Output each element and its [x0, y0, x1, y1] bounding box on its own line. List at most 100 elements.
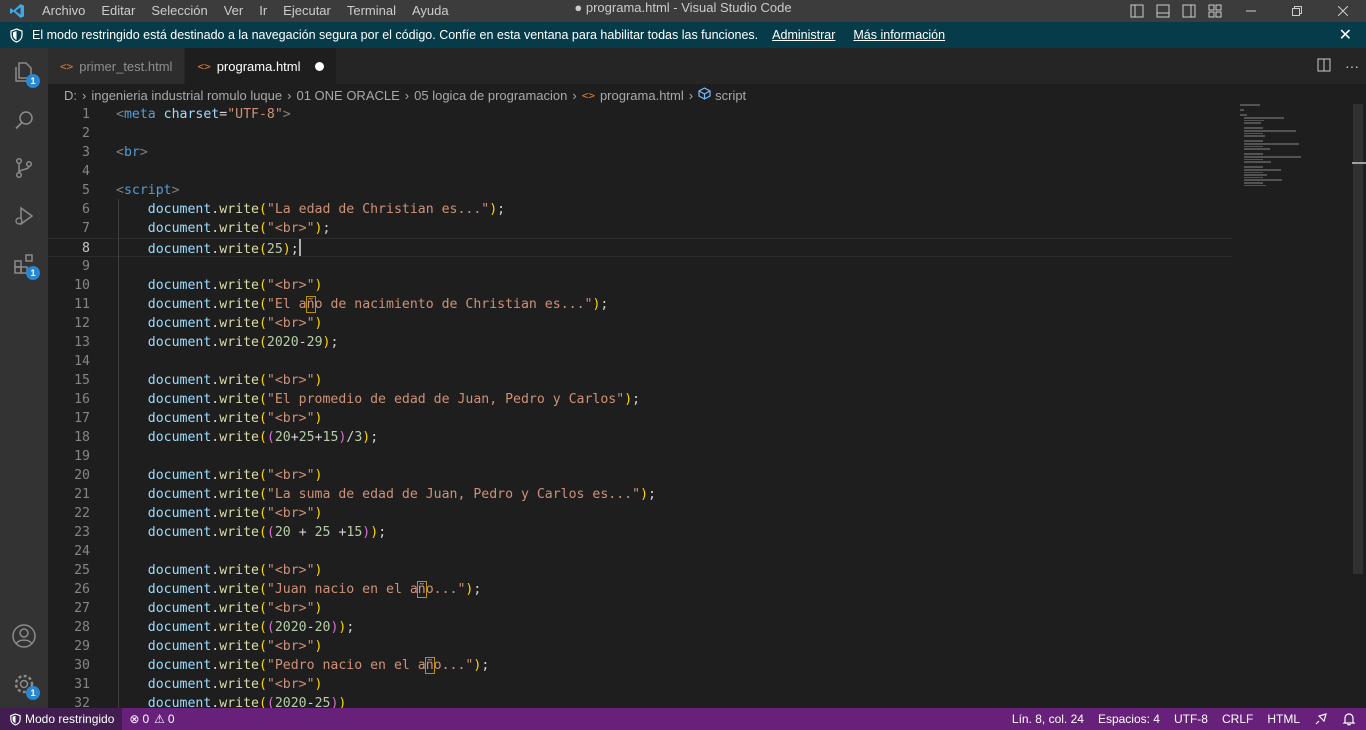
- menu-ir[interactable]: Ir: [251, 0, 275, 22]
- minimize-icon[interactable]: [1228, 0, 1274, 22]
- code-line[interactable]: 22 document.write("<br>"): [48, 504, 1232, 523]
- tab-programa[interactable]: <> programa.html: [185, 48, 337, 84]
- breadcrumb-folder-logica[interactable]: 05 logica de programacion: [414, 88, 567, 103]
- encoding[interactable]: UTF-8: [1167, 708, 1215, 730]
- line-number: 20: [74, 468, 90, 483]
- minimap-line: [1243, 119, 1265, 122]
- code-line[interactable]: 4: [48, 162, 1232, 181]
- warning-count: 0: [167, 712, 175, 726]
- menu-ver[interactable]: Ver: [216, 0, 252, 22]
- code-line[interactable]: 11 document.write("El año de nacimiento …: [48, 295, 1232, 314]
- line-number: 12: [74, 316, 90, 331]
- cursor-position[interactable]: Lín. 8, col. 24: [1005, 708, 1091, 730]
- code-line[interactable]: 18 document.write((20+25+15)/3);: [48, 428, 1232, 447]
- feedback-icon[interactable]: [1307, 708, 1335, 730]
- unsaved-dot-icon[interactable]: [314, 61, 324, 71]
- code-line[interactable]: 8 document.write(25);: [48, 238, 1232, 257]
- code-line[interactable]: 27 document.write("<br>"): [48, 599, 1232, 618]
- restricted-mode-banner: El modo restringido está destinado a la …: [0, 22, 1366, 48]
- code-text: document.write("<br>"): [147, 639, 323, 654]
- code-line[interactable]: 20 document.write("<br>"): [48, 466, 1232, 485]
- code-line[interactable]: 32 document.write((2020-25)): [48, 694, 1232, 708]
- restore-icon[interactable]: [1274, 0, 1320, 22]
- code-line[interactable]: 31 document.write("<br>"): [48, 675, 1232, 694]
- code-line[interactable]: 6 document.write("La edad de Christian e…: [48, 200, 1232, 219]
- source-control-icon[interactable]: [0, 144, 48, 192]
- end-of-line[interactable]: CRLF: [1215, 708, 1260, 730]
- code-editor[interactable]: 1 <meta charset="UTF-8"> 2 3 <br> 4 5 <script> 6…: [48, 104, 1366, 708]
- restricted-mode-indicator[interactable]: Modo restringido: [0, 708, 123, 730]
- menu-editar[interactable]: Editar: [93, 0, 143, 22]
- menu-ejecutar[interactable]: Ejecutar: [275, 0, 339, 22]
- breadcrumb-drive[interactable]: D:: [64, 88, 77, 103]
- language-mode[interactable]: HTML: [1260, 708, 1307, 730]
- code-line[interactable]: 9: [48, 257, 1232, 276]
- scrollbar-thumb[interactable]: [1353, 104, 1363, 574]
- code-text: document.write("<br>"): [147, 601, 323, 616]
- code-line[interactable]: 16 document.write("El promedio de edad d…: [48, 390, 1232, 409]
- banner-manage-link[interactable]: Administrar: [772, 28, 835, 42]
- code-line[interactable]: 29 document.write("<br>"): [48, 637, 1232, 656]
- extensions-icon[interactable]: 1: [0, 240, 48, 288]
- code-text: document.write("<br>"): [147, 563, 323, 578]
- code-line[interactable]: 15 document.write("<br>"): [48, 371, 1232, 390]
- minimap-line: [1243, 130, 1296, 132]
- line-number: 9: [82, 259, 90, 274]
- code-line[interactable]: 10 document.write("<br>"): [48, 276, 1232, 295]
- menu-archivo[interactable]: Archivo: [34, 0, 93, 22]
- code-line[interactable]: 24: [48, 542, 1232, 561]
- menu-terminal[interactable]: Terminal: [339, 0, 404, 22]
- code-line[interactable]: 26 document.write("Juan nacio en el año.…: [48, 580, 1232, 599]
- menu-ayuda[interactable]: Ayuda: [404, 0, 457, 22]
- customize-layout-icon[interactable]: [1202, 0, 1228, 22]
- breadcrumb-file[interactable]: programa.html: [600, 88, 684, 103]
- account-icon[interactable]: [0, 612, 48, 660]
- code-line[interactable]: 21 document.write("La suma de edad de Ju…: [48, 485, 1232, 504]
- toggle-sidebar-icon[interactable]: [1124, 0, 1150, 22]
- toggle-panel-icon[interactable]: [1150, 0, 1176, 22]
- indentation[interactable]: Espacios: 4: [1091, 708, 1167, 730]
- code-line[interactable]: 23 document.write((20 + 25 +15));: [48, 523, 1232, 542]
- code-line[interactable]: 3 <br>: [48, 143, 1232, 162]
- code-line[interactable]: 1 <meta charset="UTF-8">: [48, 105, 1232, 124]
- code-line[interactable]: 17 document.write("<br>"): [48, 409, 1232, 428]
- close-window-icon[interactable]: [1320, 0, 1366, 22]
- code-line[interactable]: 19: [48, 447, 1232, 466]
- more-actions-icon[interactable]: ···: [1338, 58, 1366, 74]
- code-line[interactable]: 25 document.write("<br>"): [48, 561, 1232, 580]
- menu-seleccion[interactable]: Selección: [143, 0, 215, 22]
- breadcrumb-symbol[interactable]: script: [715, 88, 746, 103]
- banner-more-info-link[interactable]: Más información: [853, 28, 945, 42]
- search-icon[interactable]: [0, 96, 48, 144]
- settings-gear-icon[interactable]: 1: [0, 660, 48, 708]
- run-debug-icon[interactable]: [0, 192, 48, 240]
- tab-primer-test[interactable]: <> primer_test.html: [48, 48, 186, 84]
- code-line[interactable]: 13 document.write(2020-29);: [48, 333, 1232, 352]
- banner-close-icon[interactable]: ✕: [1339, 25, 1352, 45]
- toggle-secondary-sidebar-icon[interactable]: [1176, 0, 1202, 22]
- text-cursor: [298, 239, 301, 256]
- vscode-logo-icon[interactable]: [0, 0, 34, 22]
- minimap-line: [1243, 117, 1285, 119]
- minimap[interactable]: [1240, 104, 1310, 194]
- code-line[interactable]: 12 document.write("<br>"): [48, 314, 1232, 333]
- code-line[interactable]: 5 <script>: [48, 181, 1232, 200]
- explorer-icon[interactable]: 1: [0, 48, 48, 96]
- code-line[interactable]: 2: [48, 124, 1232, 143]
- code-line[interactable]: 28 document.write((2020-20));: [48, 618, 1232, 637]
- code-line[interactable]: 14: [48, 352, 1232, 371]
- minimap-line: [1243, 145, 1264, 148]
- code-text: document.write((2020-20));: [147, 620, 355, 635]
- title-bar: Archivo Editar Selección Ver Ir Ejecutar…: [0, 0, 1366, 22]
- breadcrumb-folder-ingenieria[interactable]: ingenieria industrial romulo luque: [91, 88, 282, 103]
- code-line[interactable]: 30 document.write("Pedro nacio en el año…: [48, 656, 1232, 675]
- code-line[interactable]: 7 document.write("<br>");: [48, 219, 1232, 238]
- settings-badge: 1: [26, 686, 40, 700]
- breadcrumb-folder-one-oracle[interactable]: 01 ONE ORACLE: [296, 88, 399, 103]
- notifications-bell-icon[interactable]: [1335, 708, 1366, 730]
- split-editor-icon[interactable]: [1310, 58, 1338, 75]
- tab-label: programa.html: [216, 58, 301, 74]
- problems-indicator[interactable]: ⊗ 0 ⚠ 0: [122, 708, 181, 730]
- minimap-line: [1243, 156, 1302, 158]
- line-number: 5: [82, 183, 90, 198]
